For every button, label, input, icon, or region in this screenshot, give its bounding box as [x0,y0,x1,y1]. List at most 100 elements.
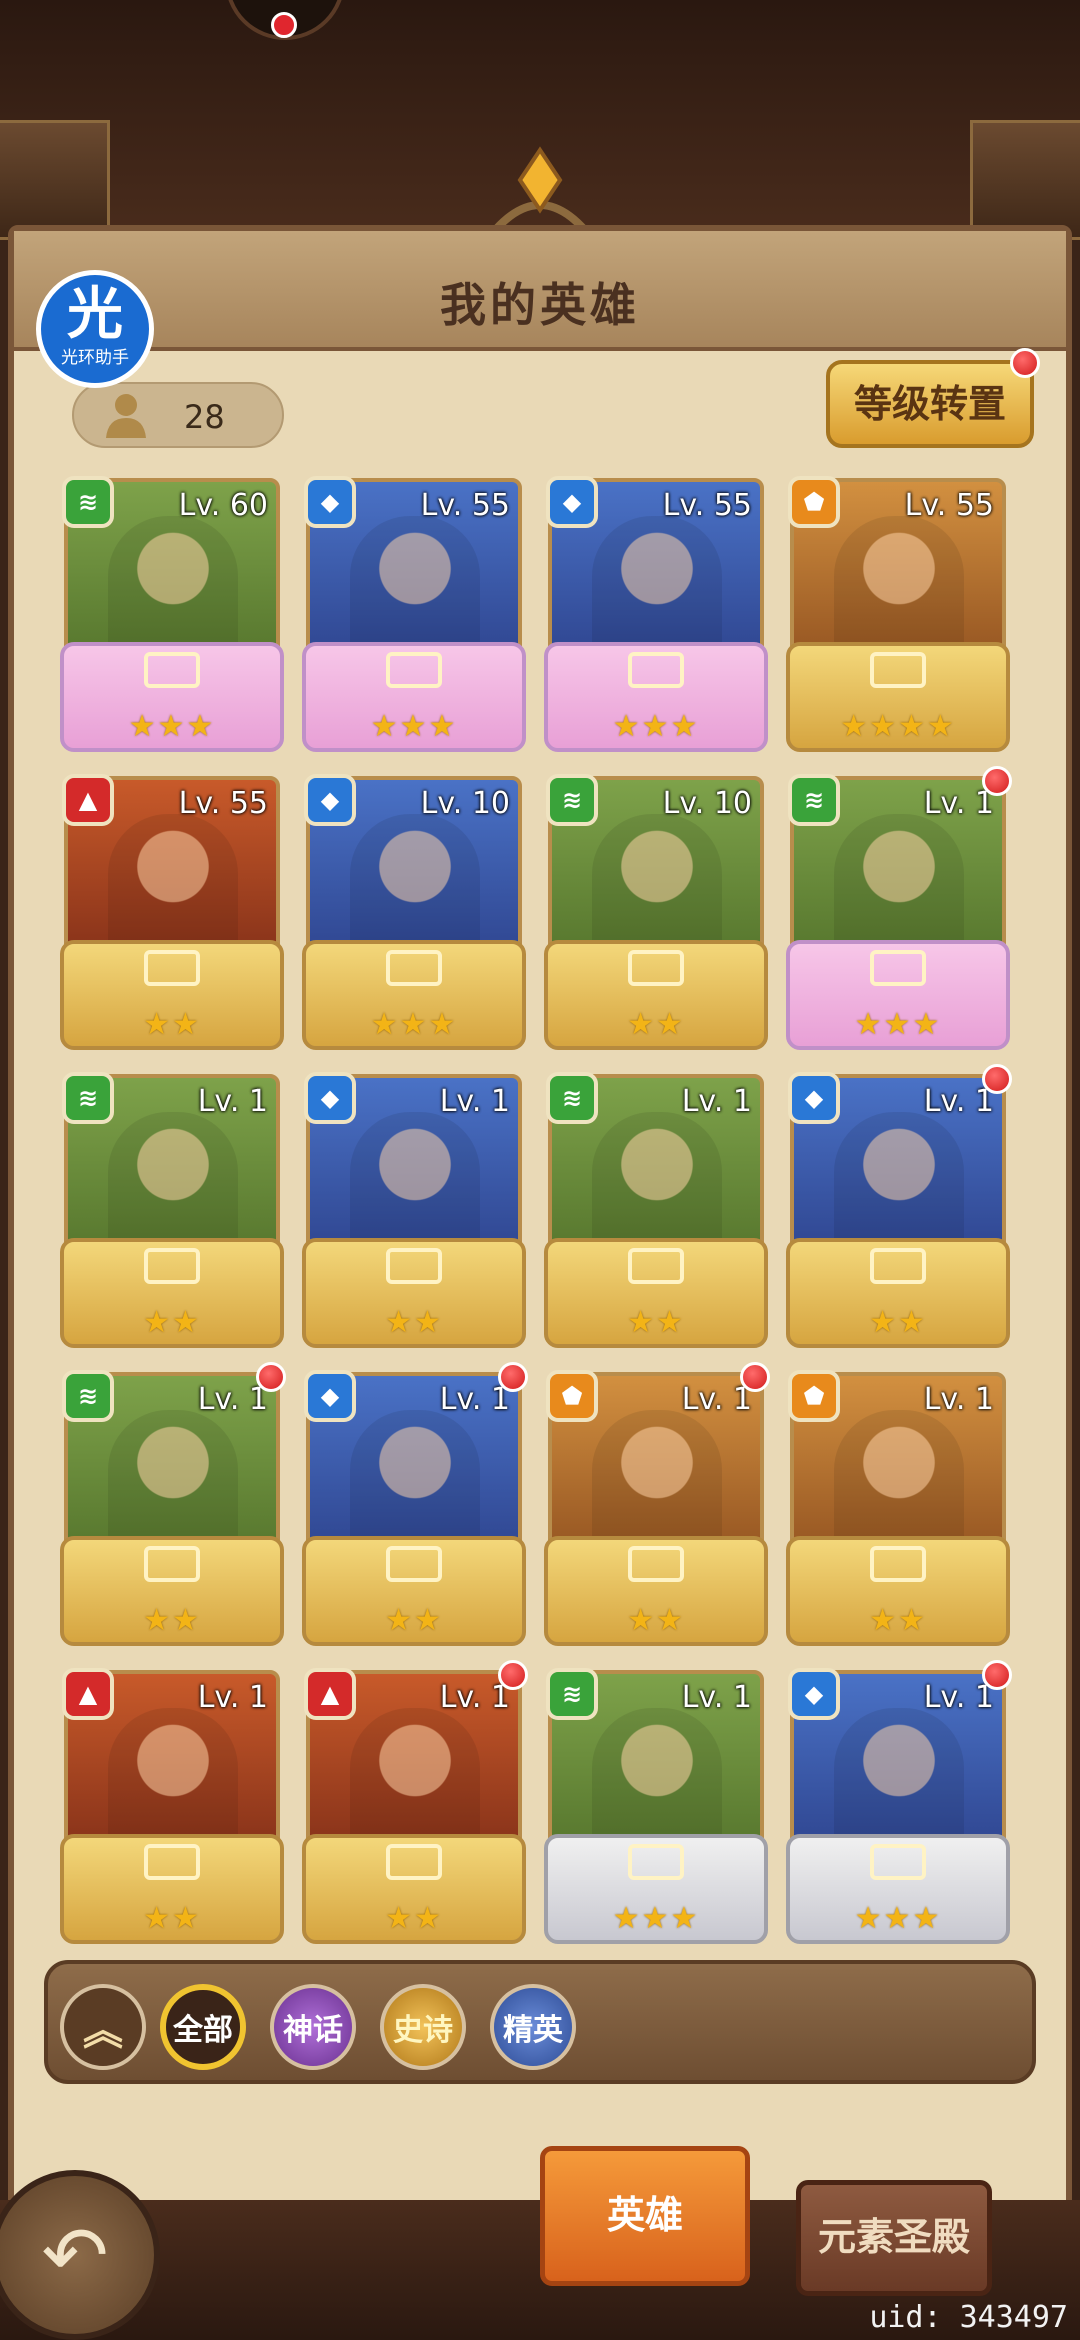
nature-element-icon: ≋ [546,1668,598,1720]
hero-level: Lv. 1 [439,1680,510,1715]
star-rating: ★★ [143,1901,201,1936]
hero-card[interactable]: ⬟ Lv. 1 ★★ [544,1362,770,1646]
hero-level: Lv. 1 [197,1084,268,1119]
hero-level: Lv. 1 [439,1382,510,1417]
uid-label: uid: 343497 [869,2300,1068,2335]
hero-frame: ★★ [302,1238,526,1348]
rank-emblem-icon [144,652,200,688]
water-element-icon: ◆ [304,476,356,528]
nature-element-icon: ≋ [546,774,598,826]
rank-emblem-icon [870,950,926,986]
rank-emblem-icon [386,950,442,986]
rank-emblem-icon [870,1844,926,1880]
hero-card[interactable]: ▲ Lv. 1 ★★ [60,1668,284,1944]
star-rating: ★★★ [370,1007,458,1042]
hero-count-badge: 28 [72,382,284,448]
hero-card[interactable]: ≋ Lv. 1 ★★★ [544,1668,768,1944]
new-badge [498,1362,528,1392]
star-rating: ★★ [143,1007,201,1042]
star-rating: ★★★ [854,1901,942,1936]
nature-element-icon: ≋ [546,1072,598,1124]
hero-card[interactable]: ▲ Lv. 55 ★★ [60,774,284,1050]
hero-card[interactable]: ≋ Lv. 10 ★★ [544,774,768,1050]
star-rating: ★★ [869,1305,927,1340]
filter-bar: ︽ 全部 神话 史诗 精英 [44,1960,1036,2084]
hero-card[interactable]: ◆ Lv. 1 ★★★ [786,1660,1012,1944]
hero-card[interactable]: ⬟ Lv. 1 ★★ [786,1370,1010,1646]
water-element-icon: ◆ [788,1668,840,1720]
hero-frame: ★★ [302,1536,526,1646]
hero-card[interactable]: ≋ Lv. 60 ★★★ [60,476,284,752]
level-transfer-button[interactable]: 等级转置 [826,348,1040,448]
hero-level: Lv. 60 [178,488,268,523]
hero-level: Lv. 55 [420,488,510,523]
hero-card[interactable]: ◆ Lv. 1 ★★ [302,1072,526,1348]
tab-heroes[interactable]: 英雄 [540,2146,750,2286]
earth-element-icon: ⬟ [546,1370,598,1422]
hero-card[interactable]: ◆ Lv. 10 ★★★ [302,774,526,1050]
rank-emblem-icon [628,1248,684,1284]
hero-card[interactable]: ≋ Lv. 1 ★★ [60,1362,286,1646]
new-badge [498,1660,528,1690]
hero-frame: ★★★ [544,642,768,752]
hero-card[interactable]: ≋ Lv. 1 ★★ [544,1072,768,1348]
hero-frame: ★★ [60,1238,284,1348]
water-element-icon: ◆ [304,1370,356,1422]
hero-level: Lv. 1 [923,786,994,821]
rank-emblem-icon [628,1844,684,1880]
filter-epic-button[interactable]: 史诗 [380,1984,466,2070]
panel-header: 我的英雄 [14,231,1066,351]
left-pillar-decoration [0,120,110,240]
collapse-button[interactable]: ︽ [60,1984,146,2070]
star-rating: ★★★★ [840,709,956,744]
assistant-button[interactable]: 光 光环助手 [36,270,154,388]
fire-element-icon: ▲ [304,1668,356,1720]
hero-frame: ★★ [544,940,768,1050]
new-badge [982,1064,1012,1094]
hero-card[interactable]: ◆ Lv. 55 ★★★ [544,476,768,752]
water-element-icon: ◆ [304,1072,356,1124]
hero-level: Lv. 1 [439,1084,510,1119]
hero-card[interactable]: ◆ Lv. 1 ★★ [302,1362,528,1646]
new-badge [740,1362,770,1392]
hero-card[interactable]: ≋ Lv. 1 ★★★ [786,766,1012,1050]
star-rating: ★★★ [128,709,216,744]
hero-card[interactable]: ▲ Lv. 1 ★★ [302,1660,528,1944]
hero-level: Lv. 1 [923,1084,994,1119]
rank-emblem-icon [628,950,684,986]
person-icon [106,394,146,438]
hero-card[interactable]: ◆ Lv. 55 ★★★ [302,476,526,752]
nature-element-icon: ≋ [62,476,114,528]
hero-card[interactable]: ◆ Lv. 1 ★★ [786,1064,1012,1348]
hero-level: Lv. 10 [420,786,510,821]
filter-elite-button[interactable]: 精英 [490,1984,576,2070]
nature-element-icon: ≋ [62,1370,114,1422]
filter-myth-button[interactable]: 神话 [270,1984,356,2070]
rank-emblem-icon [628,652,684,688]
hero-level: Lv. 1 [923,1680,994,1715]
hero-level: Lv. 1 [197,1680,268,1715]
hero-level: Lv. 55 [904,488,994,523]
star-rating: ★★★ [612,709,700,744]
right-pillar-decoration [970,120,1080,240]
filter-all-button[interactable]: 全部 [160,1984,246,2070]
fire-element-icon: ▲ [62,774,114,826]
rank-emblem-icon [144,950,200,986]
hero-frame: ★★★ [302,940,526,1050]
star-rating: ★★ [385,1305,443,1340]
nature-element-icon: ≋ [62,1072,114,1124]
tab-element-temple[interactable]: 元素圣殿 [796,2180,992,2296]
rank-emblem-icon [144,1248,200,1284]
hero-frame: ★★ [786,1238,1010,1348]
hero-card[interactable]: ≋ Lv. 1 ★★ [60,1072,284,1348]
rank-emblem-icon [144,1844,200,1880]
hero-grid: ≋ Lv. 60 ★★★ ◆ Lv. 55 ★★★ ◆ Lv. 55 ★★★ ⬟ Lv. 55 ★★★… [60,476,1020,1944]
hero-level: Lv. 1 [681,1680,752,1715]
rank-emblem-icon [870,652,926,688]
hero-level: Lv. 10 [662,786,752,821]
star-rating: ★★ [627,1305,685,1340]
new-badge [982,1660,1012,1690]
new-badge [256,1362,286,1392]
hero-card[interactable]: ⬟ Lv. 55 ★★★★ [786,476,1010,752]
fire-element-icon: ▲ [62,1668,114,1720]
